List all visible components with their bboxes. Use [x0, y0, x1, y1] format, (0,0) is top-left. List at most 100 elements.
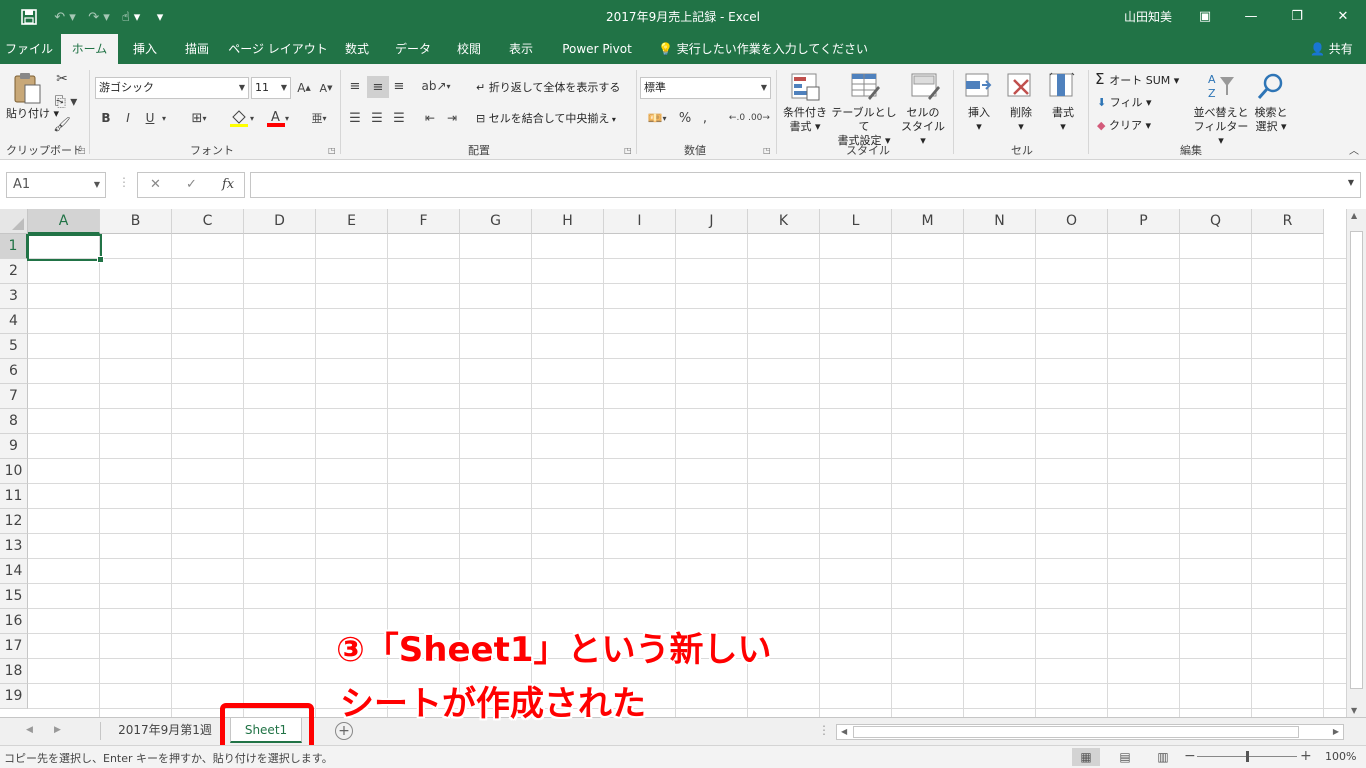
- tab-draw[interactable]: 描画: [174, 34, 220, 64]
- format-painter-icon[interactable]: 🖌: [52, 116, 72, 134]
- tell-me-box[interactable]: 💡 実行したい作業を入力してください: [658, 34, 868, 64]
- row-header-8[interactable]: 8: [0, 409, 28, 434]
- user-name[interactable]: 山田知美: [1124, 8, 1172, 25]
- tab-file[interactable]: ファイル: [0, 34, 58, 64]
- row-header-17[interactable]: 17: [0, 634, 28, 659]
- tab-data[interactable]: データ: [386, 34, 440, 64]
- cut-icon[interactable]: ✂: [52, 70, 72, 88]
- font-color-icon[interactable]: A ▾: [262, 108, 294, 128]
- column-header-o[interactable]: O: [1036, 209, 1108, 234]
- tab-view[interactable]: 表示: [498, 34, 544, 64]
- align-left-icon[interactable]: ☰: [346, 108, 364, 128]
- row-header-15[interactable]: 15: [0, 584, 28, 609]
- enter-icon[interactable]: ✓: [186, 177, 197, 192]
- zoom-in-button[interactable]: +: [1300, 748, 1312, 764]
- row-header-19[interactable]: 19: [0, 684, 28, 709]
- row-header-18[interactable]: 18: [0, 659, 28, 684]
- sheet-prev-icon[interactable]: ◀: [26, 725, 33, 735]
- phonetic-icon[interactable]: 亜 ▾: [304, 108, 334, 128]
- decrease-indent-icon[interactable]: ⇤: [420, 108, 440, 128]
- insert-cells-button[interactable]: 挿入 ▾: [966, 106, 992, 134]
- increase-decimal-icon[interactable]: ←.0: [727, 108, 747, 128]
- wrap-text-button[interactable]: ↵ 折り返して全体を表示する: [476, 81, 620, 95]
- sheet-next-icon[interactable]: ▶: [54, 725, 61, 735]
- copy-icon[interactable]: ⎘ ▾: [52, 93, 80, 111]
- column-header-e[interactable]: E: [316, 209, 388, 234]
- align-right-icon[interactable]: ☰: [390, 108, 408, 128]
- column-header-n[interactable]: N: [964, 209, 1036, 234]
- column-header-f[interactable]: F: [388, 209, 460, 234]
- borders-icon[interactable]: ⊞ ▾: [182, 108, 216, 128]
- vertical-scrollbar[interactable]: ▲ ▼: [1346, 209, 1366, 717]
- format-as-table-icon[interactable]: [848, 70, 882, 104]
- delete-cells-button[interactable]: 削除 ▾: [1008, 106, 1034, 134]
- underline-dropdown-icon[interactable]: ▾: [158, 108, 170, 128]
- row-header-11[interactable]: 11: [0, 484, 28, 509]
- conditional-formatting-button[interactable]: 条件付き 書式 ▾: [781, 106, 829, 134]
- column-header-i[interactable]: I: [604, 209, 676, 234]
- align-top-icon[interactable]: ≡: [346, 76, 364, 96]
- vertical-scroll-thumb[interactable]: [1350, 231, 1363, 689]
- currency-icon[interactable]: 💴 ▾: [642, 108, 672, 128]
- row-header-2[interactable]: 2: [0, 259, 28, 284]
- insert-function-icon[interactable]: fx: [222, 177, 234, 192]
- align-center-icon[interactable]: ☰: [368, 108, 386, 128]
- row-header-7[interactable]: 7: [0, 384, 28, 409]
- fill-button[interactable]: ⬇ フィル ▾: [1097, 96, 1152, 110]
- row-header-9[interactable]: 9: [0, 434, 28, 459]
- clear-button[interactable]: ◆ クリア ▾: [1097, 119, 1151, 133]
- minimize-button[interactable]: —: [1238, 4, 1264, 28]
- column-header-c[interactable]: C: [172, 209, 244, 234]
- cancel-icon[interactable]: ✕: [150, 177, 161, 192]
- restore-button[interactable]: ❐: [1284, 4, 1310, 28]
- clipboard-launcher-icon[interactable]: ◳: [78, 146, 86, 155]
- conditional-formatting-icon[interactable]: [789, 70, 821, 104]
- fill-color-icon[interactable]: ▾: [226, 108, 258, 128]
- italic-button[interactable]: I: [120, 108, 136, 128]
- tab-split-handle[interactable]: ⋮: [818, 723, 830, 737]
- row-header-10[interactable]: 10: [0, 459, 28, 484]
- format-cells-button[interactable]: 書式 ▾: [1050, 106, 1076, 134]
- tab-insert[interactable]: 挿入: [122, 34, 168, 64]
- align-middle-icon[interactable]: ≡: [367, 76, 389, 98]
- zoom-slider-thumb[interactable]: [1246, 751, 1249, 762]
- close-button[interactable]: ✕: [1330, 4, 1356, 28]
- tab-page-layout[interactable]: ページ レイアウト: [226, 34, 330, 64]
- sheet-tab-week1[interactable]: 2017年9月第1週: [104, 718, 226, 743]
- scroll-up-icon[interactable]: ▲: [1351, 211, 1357, 220]
- merge-center-button[interactable]: ⊟ セルを結合して中央揃え ▾: [476, 112, 616, 127]
- page-layout-view-icon[interactable]: ▤: [1111, 748, 1139, 766]
- number-launcher-icon[interactable]: ◳: [763, 146, 771, 155]
- delete-cells-icon[interactable]: [1004, 70, 1036, 102]
- font-launcher-icon[interactable]: ◳: [328, 146, 336, 155]
- row-header-3[interactable]: 3: [0, 284, 28, 309]
- find-select-button[interactable]: 検索と 選択 ▾: [1252, 106, 1290, 134]
- row-header-5[interactable]: 5: [0, 334, 28, 359]
- row-header-14[interactable]: 14: [0, 559, 28, 584]
- column-header-m[interactable]: M: [892, 209, 964, 234]
- formula-bar-grip[interactable]: ⋮: [118, 175, 130, 189]
- tab-home[interactable]: ホーム: [61, 34, 118, 65]
- ribbon-display-options-button[interactable]: ▣: [1192, 4, 1218, 28]
- autosum-button[interactable]: Σ オート SUM ▾: [1095, 72, 1179, 88]
- font-name-select[interactable]: 游ゴシック ▼: [95, 77, 249, 99]
- tab-power-pivot[interactable]: Power Pivot: [552, 34, 642, 64]
- decrease-font-icon[interactable]: A ▼: [318, 78, 334, 98]
- alignment-launcher-icon[interactable]: ◳: [624, 146, 632, 155]
- number-format-select[interactable]: 標準 ▼: [640, 77, 771, 99]
- column-header-a[interactable]: A: [28, 209, 100, 234]
- zoom-level[interactable]: 100%: [1325, 750, 1356, 763]
- underline-button[interactable]: U: [142, 108, 158, 128]
- column-header-g[interactable]: G: [460, 209, 532, 234]
- column-header-j[interactable]: J: [676, 209, 748, 234]
- column-header-q[interactable]: Q: [1180, 209, 1252, 234]
- format-cells-icon[interactable]: [1046, 70, 1078, 102]
- cell-styles-button[interactable]: セルの スタイル ▾: [898, 106, 948, 148]
- comma-icon[interactable]: ,: [698, 108, 712, 128]
- horizontal-scrollbar[interactable]: ◀ ▶: [836, 724, 1344, 740]
- zoom-slider[interactable]: [1197, 751, 1297, 762]
- column-header-d[interactable]: D: [244, 209, 316, 234]
- increase-indent-icon[interactable]: ⇥: [442, 108, 462, 128]
- zoom-out-button[interactable]: −: [1184, 748, 1196, 764]
- row-header-12[interactable]: 12: [0, 509, 28, 534]
